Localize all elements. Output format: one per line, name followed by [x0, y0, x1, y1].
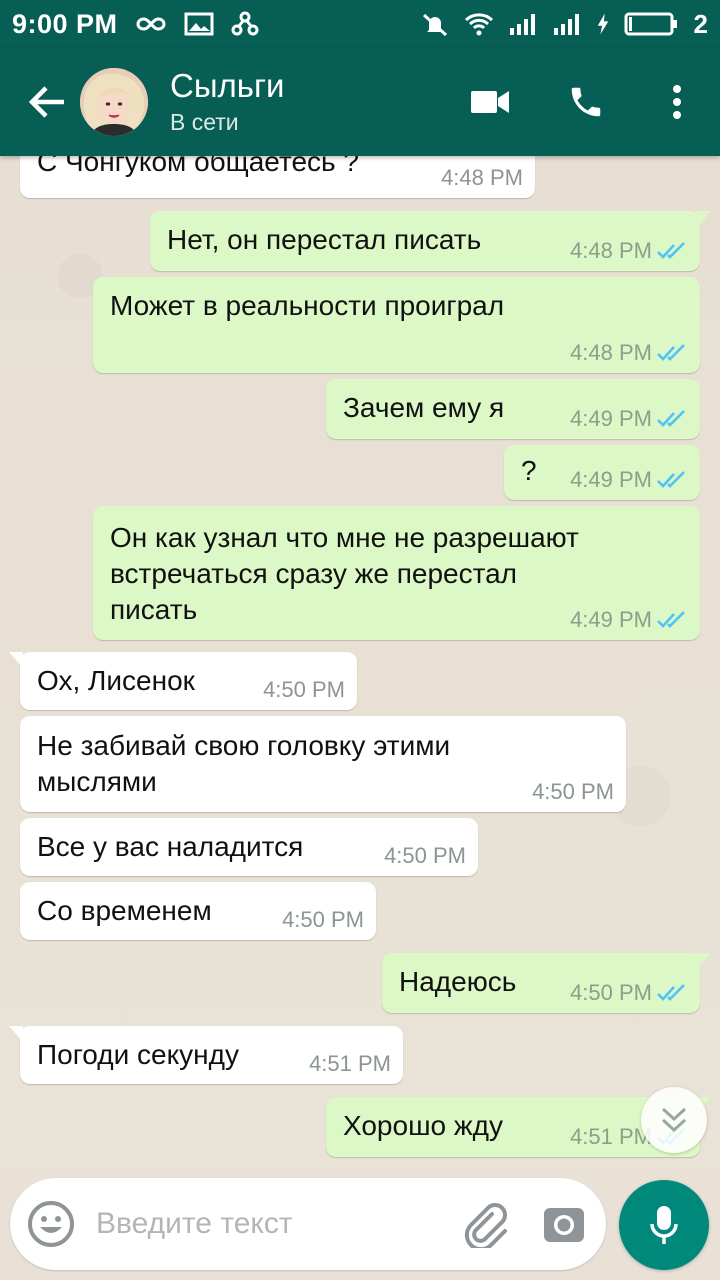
paperclip-icon[interactable]: [462, 1200, 510, 1248]
message-bubble-incoming[interactable]: Все у вас наладится 4:50 PM: [20, 818, 478, 876]
bubble-tail: [9, 1026, 23, 1042]
message-text-line: писать: [110, 594, 198, 625]
message-list[interactable]: С Чонгуком общаетесь ? 4:48 PM Нет, он п…: [0, 156, 720, 1172]
gallery-icon: [184, 12, 214, 36]
message-text-line: Он как узнал что мне не разрешают: [110, 522, 579, 553]
message-text-line: мыслями: [37, 766, 157, 797]
contact-avatar[interactable]: [80, 68, 148, 136]
message-text: Ох, Лисенок: [37, 665, 195, 696]
message-text: Нет, он перестал писать: [167, 224, 482, 255]
contact-status: В сети: [170, 109, 239, 135]
avatar-image: [80, 68, 148, 136]
wifi-icon: [464, 13, 493, 36]
message-bubble-outgoing[interactable]: Надеюсь 4:50 PM: [382, 953, 711, 1013]
double-chevron-down-icon: [661, 1107, 687, 1133]
message-text: С Чонгуком общаетесь ?: [37, 156, 359, 177]
message-text: Со временем: [37, 895, 212, 926]
network-icon: [231, 11, 259, 36]
back-button[interactable]: [14, 48, 80, 156]
message-bubble-incoming[interactable]: Погоди секунду 4:51 PM: [9, 1026, 403, 1084]
message-bubble-incoming[interactable]: Ох, Лисенок 4:50 PM: [9, 652, 357, 710]
charging-icon: [597, 13, 608, 35]
read-double-check-icon: [657, 611, 685, 628]
read-double-check-icon: [657, 344, 685, 361]
message-input[interactable]: [96, 1198, 446, 1250]
message-time: 4:50 PM: [384, 843, 466, 868]
status-bar: 9:00 PM 2: [0, 0, 720, 48]
voice-call-button[interactable]: [538, 48, 634, 156]
message-text: ?: [521, 455, 537, 486]
message-time: 4:48 PM: [570, 340, 652, 365]
message-time: 4:51 PM: [570, 1124, 652, 1149]
more-options-button[interactable]: [634, 48, 720, 156]
infinity-icon: [136, 17, 166, 31]
message-text: Он как узнал что мне не разрешают встреч…: [110, 520, 579, 628]
battery-level: 2: [693, 8, 708, 39]
message-text: Погоди секунду: [37, 1039, 239, 1070]
signal-icon: [509, 14, 535, 35]
message-time: 4:51 PM: [309, 1051, 391, 1076]
message-time: 4:50 PM: [263, 677, 345, 702]
message-time: 4:50 PM: [532, 779, 614, 804]
read-double-check-icon: [657, 984, 685, 1001]
message-text: Хорошо жду: [343, 1110, 503, 1141]
video-camera-icon: [471, 91, 509, 113]
bubble-tail: [9, 652, 23, 668]
message-text: Надеюсь: [399, 966, 517, 997]
mute-bell-icon: [422, 13, 447, 37]
signal-4g-icon: [553, 14, 579, 35]
message-text: Все у вас наладится: [37, 831, 304, 862]
back-arrow-icon: [28, 86, 64, 118]
more-vertical-icon: [673, 85, 681, 119]
message-text: Не забивай свою головку этими мыслями: [37, 728, 450, 800]
emoji-icon[interactable]: [26, 1199, 76, 1249]
message-bubble-outgoing[interactable]: ? 4:49 PM: [504, 445, 700, 500]
message-bubble-outgoing[interactable]: Нет, он перестал писать 4:48 PM: [150, 211, 711, 271]
bubble-tail: [697, 211, 711, 227]
message-time: 4:50 PM: [282, 907, 364, 932]
status-time: 9:00 PM: [12, 8, 118, 39]
contact-info[interactable]: Сыльги В сети: [170, 66, 284, 138]
message-bubble-incoming[interactable]: Со временем 4:50 PM: [20, 882, 376, 940]
scroll-to-bottom-button[interactable]: [641, 1087, 707, 1153]
contact-name: Сыльги: [170, 67, 285, 104]
message-bubble-incoming[interactable]: Не забивай свою головку этими мыслями 4:…: [20, 716, 626, 812]
battery-icon: [624, 12, 677, 36]
message-time: 4:48 PM: [441, 165, 523, 190]
voice-record-button[interactable]: [619, 1180, 709, 1270]
camera-icon[interactable]: [542, 1202, 586, 1246]
message-bubble-outgoing[interactable]: Он как узнал что мне не разрешают встреч…: [93, 506, 700, 640]
chat-header: Сыльги В сети: [0, 48, 720, 156]
message-time: 4:49 PM: [570, 607, 652, 632]
message-time: 4:49 PM: [570, 467, 652, 492]
message-bubble-incoming[interactable]: С Чонгуком общаетесь ? 4:48 PM: [20, 156, 535, 198]
video-call-button[interactable]: [442, 48, 538, 156]
message-text: Может в реальности проиграл: [110, 290, 505, 321]
composer-bar: [0, 1172, 720, 1280]
read-double-check-icon: [657, 242, 685, 259]
message-text-line: встречаться сразу же перестал: [110, 558, 518, 589]
microphone-icon: [650, 1206, 678, 1244]
message-time: 4:49 PM: [570, 406, 652, 431]
message-bubble-outgoing[interactable]: Может в реальности проиграл 4:48 PM: [93, 277, 700, 373]
message-time: 4:50 PM: [570, 980, 652, 1005]
message-text: Зачем ему я: [343, 392, 505, 423]
message-text-line: Не забивай свою головку этими: [37, 730, 451, 761]
read-double-check-icon: [657, 471, 685, 488]
message-time: 4:48 PM: [570, 238, 652, 263]
bubble-tail: [697, 953, 711, 969]
message-bubble-outgoing[interactable]: Зачем ему я 4:49 PM: [326, 379, 700, 439]
read-double-check-icon: [657, 410, 685, 427]
composer-pill: [10, 1178, 606, 1270]
phone-icon: [571, 87, 601, 117]
